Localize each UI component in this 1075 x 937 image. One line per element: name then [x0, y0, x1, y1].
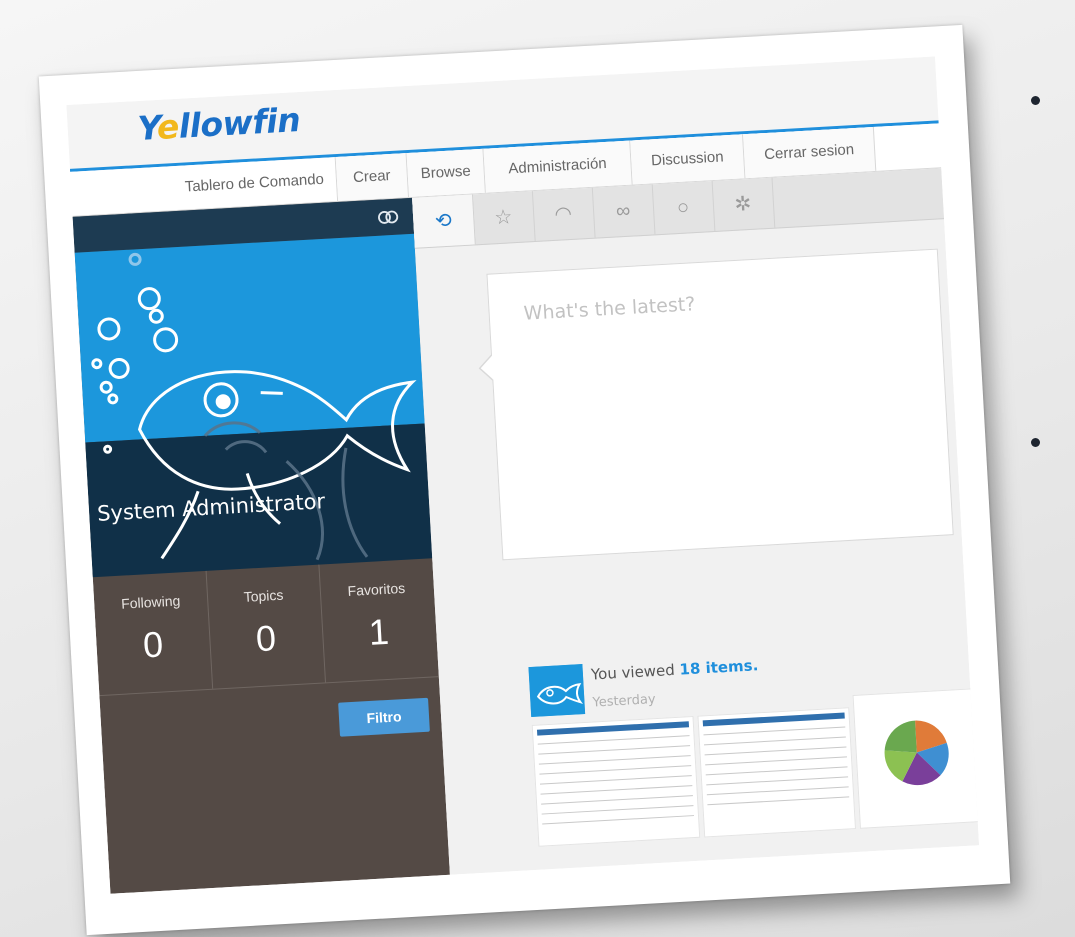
thumb-row	[540, 785, 693, 795]
post-input[interactable]: What's the latest?	[486, 248, 954, 561]
thumb-row	[704, 746, 847, 756]
activity-date: Yesterday	[592, 692, 656, 711]
stat-value: 0	[254, 617, 278, 660]
thumb-header	[702, 712, 845, 727]
report-thumbnail[interactable]	[697, 707, 857, 838]
tab-administracion[interactable]: Administración	[483, 140, 633, 193]
activity-summary: You viewed 18 items.	[590, 656, 759, 684]
thumb-row	[541, 795, 693, 805]
stat-value: 1	[367, 610, 390, 653]
yellowfin-logo[interactable]: Yellowfin	[137, 100, 301, 148]
post-placeholder: What's the latest?	[523, 293, 696, 325]
stat-label: Following	[120, 592, 181, 612]
slide-bullet	[1031, 96, 1040, 105]
activity-area: ⟲ ☆ ◠ ∞ ○ ✲ What's the latest? You viewe…	[412, 168, 980, 875]
activity-count-link[interactable]: 18 items.	[679, 656, 759, 678]
thumb-row	[705, 756, 847, 766]
fish-thumbnail-icon	[528, 664, 586, 717]
thumb-header	[536, 721, 690, 736]
thumb-row	[704, 736, 846, 746]
yellowfin-app: Yellowfin Tablero de Comando Crear Brows…	[66, 56, 980, 894]
slide-bullet	[1031, 438, 1040, 447]
rss-icon[interactable]: ◠	[531, 187, 596, 242]
profile-panel: System Administrator Following 0 Topics …	[72, 197, 450, 894]
thumb-row	[542, 815, 695, 825]
star-icon[interactable]: ☆	[471, 191, 536, 245]
recent-icon[interactable]: ⟲	[412, 194, 476, 248]
tab-discussion[interactable]: Discussion	[630, 134, 746, 185]
report-thumbnail[interactable]	[531, 715, 701, 847]
thumb-row	[707, 796, 850, 806]
link-icon[interactable]	[377, 206, 400, 229]
filter-button[interactable]: Filtro	[338, 697, 430, 737]
comment-icon[interactable]: ○	[651, 181, 716, 235]
screenshot-frame: Yellowfin Tablero de Comando Crear Brows…	[38, 24, 1011, 936]
thumb-row	[538, 745, 691, 755]
stat-value: 0	[141, 623, 165, 666]
tab-browse[interactable]: Browse	[406, 148, 486, 198]
stat-topics[interactable]: Topics 0	[205, 564, 326, 689]
thumb-row	[537, 735, 690, 745]
stat-label: Favoritos	[347, 579, 406, 600]
thumb-row	[706, 776, 849, 786]
thumb-row	[539, 765, 692, 775]
chart-thumbnail[interactable]	[852, 688, 980, 829]
thumb-row	[541, 805, 694, 815]
tab-cerrar-sesion[interactable]: Cerrar sesion	[743, 126, 877, 179]
stat-following[interactable]: Following 0	[92, 570, 214, 696]
thumb-row	[538, 755, 691, 765]
gear-icon[interactable]: ✲	[711, 177, 776, 232]
thumb-row	[705, 766, 848, 776]
profile-stats: Following 0 Topics 0 Favoritos 1	[92, 558, 439, 697]
thumb-row	[539, 775, 692, 785]
stat-label: Topics	[243, 586, 284, 605]
thumb-row	[703, 726, 846, 736]
pie-chart-icon	[884, 720, 949, 786]
link-icon[interactable]: ∞	[591, 184, 656, 238]
tab-crear[interactable]: Crear	[335, 153, 410, 201]
stat-favoritos[interactable]: Favoritos 1	[318, 558, 437, 682]
thumb-row	[706, 786, 849, 796]
activity-item: You viewed 18 items. Yesterday	[528, 643, 980, 867]
post-pointer-fill	[479, 354, 495, 382]
fish-avatar-icon	[91, 252, 417, 561]
